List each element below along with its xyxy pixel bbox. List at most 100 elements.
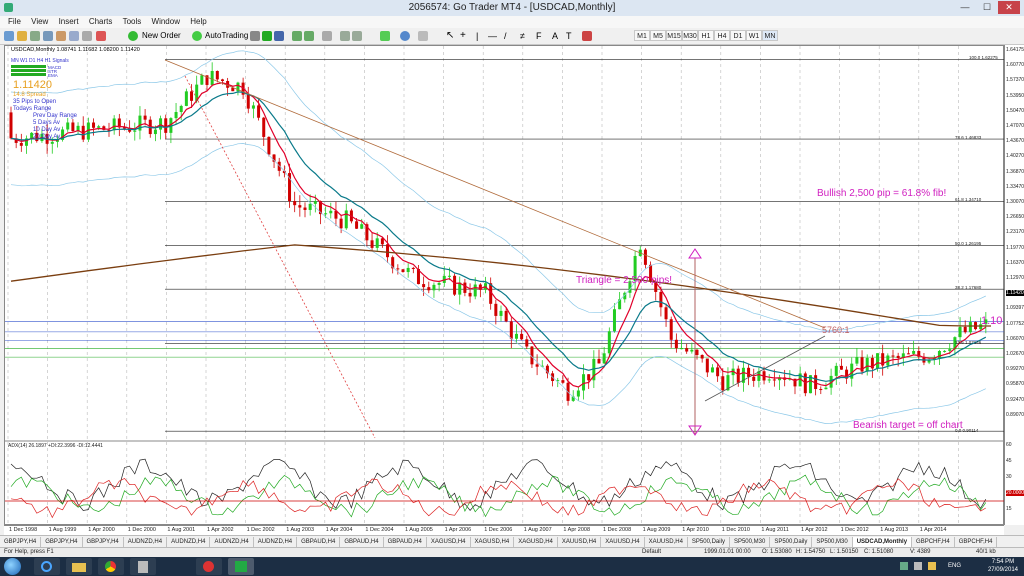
- chrome-icon[interactable]: [98, 558, 124, 575]
- triangle-annotation: Triangle = 2,500 pips!: [576, 275, 673, 286]
- chart-shift-icon[interactable]: [352, 31, 362, 41]
- date-axis-label: 1 Apr 2002: [207, 527, 234, 533]
- tf-w1[interactable]: W1: [746, 30, 762, 41]
- channel-icon[interactable]: ≠: [520, 30, 525, 42]
- candle-body: [210, 70, 214, 85]
- price-chart[interactable]: [5, 46, 1005, 526]
- status-close: C: 1.51080: [864, 549, 894, 555]
- ten-day-average-text: 10 Day Av: [33, 127, 61, 133]
- start-button[interactable]: [4, 558, 21, 575]
- chart-window[interactable]: USDCAD,Monthly 1.08741 1.11682 1.08200 1…: [4, 45, 1005, 526]
- close-button[interactable]: ✕: [998, 1, 1020, 14]
- tray-network-icon[interactable]: [900, 562, 908, 570]
- tf-h1[interactable]: H1: [698, 30, 714, 41]
- navigator-icon[interactable]: [56, 31, 66, 41]
- candle-body: [525, 339, 529, 347]
- cursor-icon[interactable]: ↖: [446, 30, 454, 42]
- date-axis-label: 1 Apr 2012: [801, 527, 828, 533]
- new-chart-icon[interactable]: [4, 31, 14, 41]
- candle-body: [71, 122, 75, 132]
- templates-icon[interactable]: [418, 31, 428, 41]
- tf-d1[interactable]: D1: [730, 30, 746, 41]
- price-axis[interactable]: 1.64175 1.60770 1.57370 1.53950 1.50470 1.470…: [1004, 45, 1024, 525]
- candle-body: [463, 282, 467, 293]
- text-icon[interactable]: A: [552, 30, 558, 42]
- go-trader-task-icon[interactable]: [228, 558, 254, 575]
- candle-body: [380, 238, 384, 245]
- menu-view[interactable]: View: [31, 16, 48, 28]
- zoom-out-icon[interactable]: [304, 31, 314, 41]
- horizontal-line-icon[interactable]: —: [488, 30, 497, 42]
- language-indicator[interactable]: ENG: [948, 563, 961, 569]
- tf-m5[interactable]: M5: [650, 30, 666, 41]
- menu-file[interactable]: File: [8, 16, 21, 28]
- menu-charts[interactable]: Charts: [89, 16, 113, 28]
- candle-body: [339, 218, 343, 229]
- minimize-button[interactable]: —: [954, 1, 976, 14]
- taskbar-clock[interactable]: 7:54 PM 27/09/2014: [988, 558, 1018, 574]
- meta-editor-icon[interactable]: [96, 31, 106, 41]
- arrows-icon[interactable]: [582, 31, 592, 41]
- bar-chart-icon[interactable]: [250, 31, 260, 41]
- price-axis-label: 1.23170: [1006, 229, 1024, 236]
- tf-h4[interactable]: H4: [714, 30, 730, 41]
- candle-body: [494, 303, 498, 316]
- candle-chart-icon[interactable]: [262, 31, 272, 41]
- adx-title: ADX(14) 26.1897 +DI:22.3996 -DI:12.4441: [8, 443, 103, 449]
- auto-scroll-icon[interactable]: [340, 31, 350, 41]
- menu-help[interactable]: Help: [190, 16, 206, 28]
- candle-body: [246, 94, 250, 109]
- menu-insert[interactable]: Insert: [59, 16, 79, 28]
- periods-icon[interactable]: [400, 31, 410, 41]
- autotrading-icon[interactable]: [192, 31, 202, 41]
- tf-m30[interactable]: M30: [682, 30, 698, 41]
- spread-text: 14.8 Spread: [13, 92, 46, 98]
- tf-m15[interactable]: M15: [666, 30, 682, 41]
- calculator-icon[interactable]: [130, 558, 156, 575]
- terminal-icon[interactable]: [69, 31, 79, 41]
- candle-body: [386, 244, 390, 258]
- autotrading-button[interactable]: AutoTrading: [205, 30, 248, 42]
- strategy-tester-icon[interactable]: [82, 31, 92, 41]
- ie-icon[interactable]: [34, 558, 60, 575]
- menu-window[interactable]: Window: [152, 16, 180, 28]
- profiles-icon[interactable]: [30, 31, 40, 41]
- date-axis-label: 1 Dec 2004: [365, 527, 394, 533]
- new-order-icon[interactable]: [128, 31, 138, 41]
- fib-label-61: 61.8 1.34710: [955, 197, 982, 202]
- date-axis-label: 1 Apr 2008: [563, 527, 590, 533]
- fib-label-38: 38.2 1.17680: [955, 285, 982, 290]
- candle-body: [597, 358, 601, 364]
- candle-body: [576, 390, 580, 397]
- date-axis-label: 1 Dec 2010: [721, 527, 750, 533]
- candle-body: [499, 310, 503, 316]
- line-chart-icon[interactable]: [274, 31, 284, 41]
- price-axis-label: 1.40270: [1006, 153, 1024, 160]
- mt4-icon[interactable]: [196, 558, 222, 575]
- folder-icon[interactable]: [66, 558, 92, 575]
- price-mark-annotation: 1.10: [981, 315, 1003, 327]
- market-watch-icon[interactable]: [43, 31, 53, 41]
- new-order-button[interactable]: New Order: [142, 30, 181, 42]
- indicators-icon[interactable]: [380, 31, 390, 41]
- fibonacci-icon[interactable]: F: [536, 30, 542, 42]
- menu-tools[interactable]: Tools: [123, 16, 142, 28]
- price-axis-label: 1.64175: [1006, 47, 1024, 53]
- candle-body: [143, 115, 147, 120]
- crosshair-icon[interactable]: +: [460, 30, 466, 42]
- tf-mn[interactable]: MN: [762, 30, 778, 41]
- candle-body: [112, 118, 116, 131]
- label-icon[interactable]: T: [566, 30, 572, 42]
- open-folder-icon[interactable]: [17, 31, 27, 41]
- tray-flag-icon[interactable]: [928, 562, 936, 570]
- date-axis-label: 1 Aug 2001: [167, 527, 196, 533]
- price-axis-label: 1.07752: [1006, 320, 1024, 327]
- zoom-in-icon[interactable]: [292, 31, 302, 41]
- tile-windows-icon[interactable]: [322, 31, 332, 41]
- vertical-line-icon[interactable]: |: [476, 30, 478, 42]
- trendline-icon[interactable]: /: [504, 30, 507, 42]
- candle-body: [834, 365, 838, 376]
- tray-volume-icon[interactable]: [914, 562, 922, 570]
- tf-m1[interactable]: M1: [634, 30, 650, 41]
- maximize-button[interactable]: ☐: [976, 1, 998, 14]
